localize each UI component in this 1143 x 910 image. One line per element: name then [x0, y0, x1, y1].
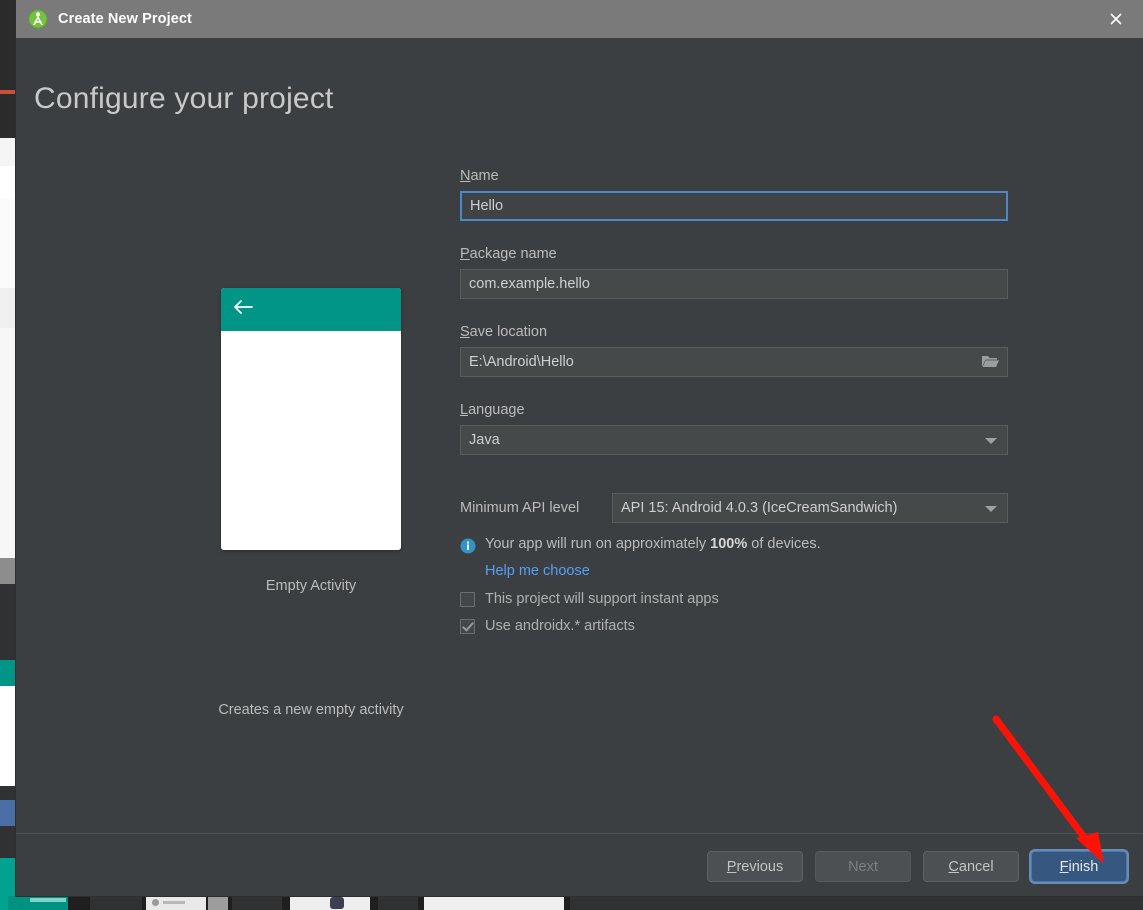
- dialog-body: Configure your project Empty Activity Cr…: [16, 38, 1143, 896]
- name-input[interactable]: [460, 191, 1008, 221]
- previous-button[interactable]: Previous: [707, 851, 803, 882]
- help-me-choose-link[interactable]: Help me choose: [485, 563, 590, 579]
- coverage-text-after: of devices.: [747, 536, 821, 552]
- back-arrow-icon: [233, 299, 253, 320]
- coverage-text-before: Your app will run on approximately: [485, 536, 711, 552]
- field-name: Name: [460, 168, 1020, 221]
- phone-mockup: [221, 288, 401, 550]
- info-icon: [460, 538, 476, 554]
- field-min-api: Minimum API level API 15: Android 4.0.3 …: [460, 493, 1020, 523]
- create-new-project-dialog: Create New Project Configure your projec…: [16, 0, 1143, 896]
- language-select[interactable]: Java: [460, 425, 1008, 455]
- device-coverage-text: Your app will run on approximately 100% …: [485, 536, 821, 552]
- language-label-rest: anguage: [468, 402, 525, 418]
- previous-label-rest: revious: [736, 858, 784, 875]
- finish-button[interactable]: Finish: [1031, 851, 1127, 882]
- finish-label-rest: inish: [1068, 858, 1099, 875]
- project-config-form: Name Package name Save location: [460, 168, 1020, 634]
- checkbox-androidx[interactable]: [460, 618, 475, 634]
- dialog-titlebar: Create New Project: [16, 0, 1143, 38]
- checkbox-androidx-label: Use androidx.* artifacts: [485, 618, 635, 634]
- package-name-label-rest: ackage name: [469, 246, 557, 262]
- footer-divider: [16, 833, 1143, 834]
- finish-mnemonic: F: [1059, 858, 1069, 875]
- language-value: Java: [469, 432, 500, 448]
- chevron-down-icon: [985, 506, 997, 512]
- package-name-label: Package name: [460, 246, 1020, 262]
- next-label: Next: [848, 858, 878, 875]
- cancel-button[interactable]: Cancel: [923, 851, 1019, 882]
- phone-screen: [221, 331, 401, 550]
- name-label-rest: ame: [470, 168, 499, 184]
- folder-open-icon[interactable]: [981, 353, 1000, 370]
- os-taskbar[interactable]: [0, 896, 1143, 910]
- checkbox-instant-apps-label: This project will support instant apps: [485, 591, 719, 607]
- name-label: Name: [460, 168, 1020, 184]
- next-button[interactable]: Next: [815, 851, 911, 882]
- cancel-mnemonic: C: [948, 858, 959, 875]
- min-api-select[interactable]: API 15: Android 4.0.3 (IceCreamSandwich): [612, 493, 1008, 523]
- previous-mnemonic: P: [726, 858, 737, 875]
- field-package-name: Package name: [460, 246, 1020, 299]
- dialog-title: Create New Project: [58, 11, 192, 27]
- template-description: Creates a new empty activity: [218, 702, 404, 718]
- checkbox-androidx-row: Use androidx.* artifacts: [460, 618, 1020, 634]
- field-save-location: Save location: [460, 324, 1020, 377]
- phone-app-bar: [221, 288, 401, 331]
- page-title: Configure your project: [34, 82, 334, 115]
- save-location-mnemonic: S: [460, 324, 470, 340]
- save-location-label: Save location: [460, 324, 1020, 340]
- save-location-label-rest: ave location: [469, 324, 548, 340]
- name-mnemonic: N: [460, 168, 471, 184]
- close-icon[interactable]: [1089, 0, 1143, 38]
- device-coverage-info: Your app will run on approximately 100% …: [460, 536, 1020, 554]
- chevron-down-icon: [985, 438, 997, 444]
- template-preview: Empty Activity Creates a new empty activ…: [186, 288, 436, 718]
- template-name: Empty Activity: [265, 578, 357, 594]
- coverage-percent: 100%: [710, 536, 748, 552]
- package-name-mnemonic: P: [460, 246, 470, 262]
- checkbox-instant-apps[interactable]: [460, 591, 475, 607]
- package-name-input[interactable]: [460, 269, 1008, 299]
- field-language: Language Java: [460, 402, 1020, 455]
- cancel-label-rest: ancel: [958, 858, 994, 875]
- checkbox-instant-apps-row: This project will support instant apps: [460, 591, 1020, 607]
- save-location-input[interactable]: [460, 347, 1008, 377]
- dialog-footer: Previous Next Cancel Finish: [707, 851, 1127, 882]
- screen: 返 取 援 授 入 入 重 自 文 目 、 包 资 资 处: [0, 0, 1143, 910]
- min-api-label: Minimum API level: [460, 500, 580, 516]
- android-studio-icon: [28, 9, 48, 29]
- language-label: Language: [460, 402, 1020, 418]
- language-mnemonic: L: [460, 402, 469, 418]
- min-api-value: API 15: Android 4.0.3 (IceCreamSandwich): [621, 500, 898, 516]
